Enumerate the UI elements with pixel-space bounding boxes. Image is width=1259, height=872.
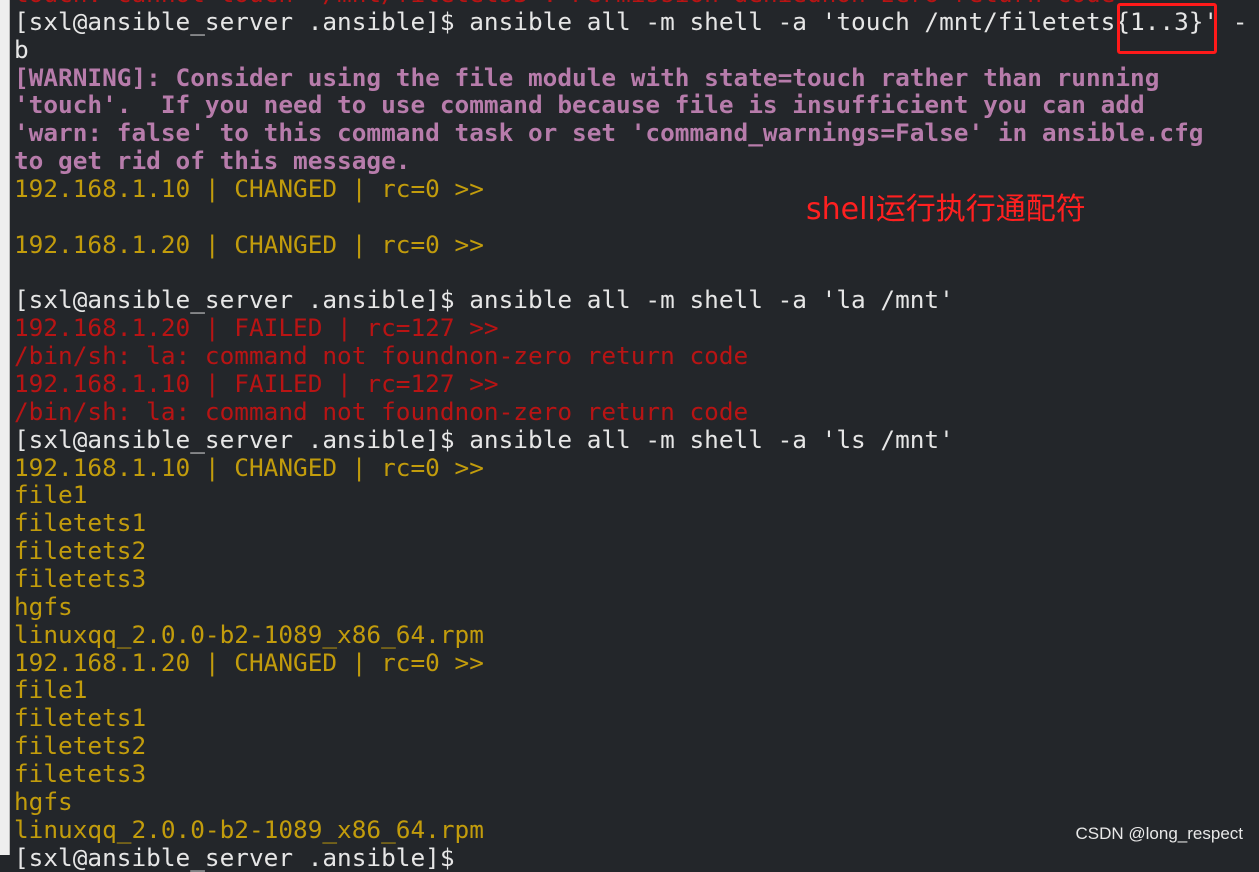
terminal-line: [sxl@ansible_server .ansible]$ ansible a…	[14, 285, 954, 315]
terminal-line: file1	[14, 675, 88, 705]
terminal-line: [sxl@ansible_server .ansible]$ ansible a…	[14, 6, 1248, 36]
terminal-line: to get rid of this message.	[14, 146, 411, 176]
terminal-line: /bin/sh: la: command not foundnon-zero r…	[14, 341, 749, 371]
terminal-line: hgfs	[14, 786, 73, 816]
terminal-line: filetets2	[14, 731, 147, 761]
annotation-text: shell运行执行通配符	[806, 192, 1086, 227]
terminal-line: 192.168.1.10 | CHANGED | rc=0 >>	[14, 452, 484, 482]
terminal-line: 192.168.1.20 | FAILED | rc=127 >>	[14, 313, 499, 343]
terminal-line: file1	[14, 480, 88, 510]
terminal-line: 192.168.1.20 | CHANGED | rc=0 >>	[14, 229, 484, 259]
terminal-line: filetets3	[14, 759, 147, 789]
terminal-line: filetets1	[14, 703, 147, 733]
watermark: CSDN @long_respect	[1075, 824, 1244, 843]
terminal-line: 'warn: false' to this command task or se…	[14, 118, 1204, 148]
terminal-line: [sxl@ansible_server .ansible]$	[14, 842, 455, 872]
terminal-line: 192.168.1.10 | FAILED | rc=127 >>	[14, 369, 499, 399]
terminal-line: [WARNING]: Consider using the file modul…	[14, 62, 1160, 92]
terminal-line: 'touch'. If you need to use command beca…	[14, 90, 1145, 120]
terminal-line: b	[14, 34, 29, 64]
terminal-line: 192.168.1.20 | CHANGED | rc=0 >>	[14, 647, 484, 677]
terminal-line: linuxqq_2.0.0-b2-1089_x86_64.rpm	[14, 814, 484, 844]
terminal-line: filetets2	[14, 536, 147, 566]
terminal-line: filetets3	[14, 564, 147, 594]
terminal-output[interactable]: touch: cannot touch '/mnt/filetets3': Pe…	[14, 0, 1248, 872]
window-left-edge	[0, 0, 10, 855]
terminal-line: filetets1	[14, 508, 147, 538]
terminal-line: [sxl@ansible_server .ansible]$ ansible a…	[14, 424, 954, 454]
terminal-line: linuxqq_2.0.0-b2-1089_x86_64.rpm	[14, 619, 484, 649]
highlight-box	[1117, 3, 1217, 54]
terminal-line: /bin/sh: la: command not foundnon-zero r…	[14, 396, 749, 426]
terminal-line: hgfs	[14, 591, 73, 621]
